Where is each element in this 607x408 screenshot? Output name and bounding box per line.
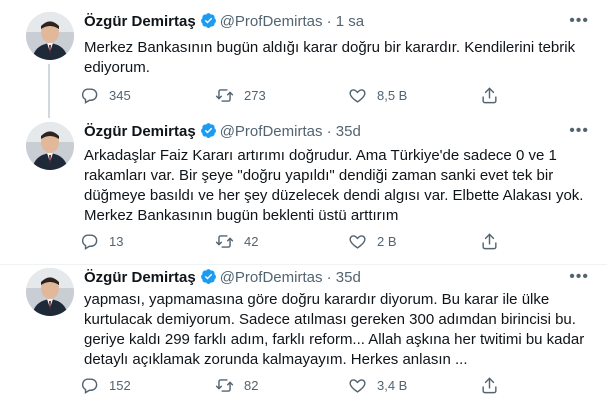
like-icon <box>349 379 366 393</box>
retweet-count: 82 <box>244 378 259 393</box>
share-button[interactable] <box>480 232 509 251</box>
like-icon <box>349 235 366 249</box>
like-count: 8,5 B <box>377 88 408 103</box>
retweet-button[interactable]: 42 <box>215 232 258 251</box>
author-name[interactable]: Özgür Demirtaş <box>84 13 196 30</box>
verified-badge-icon <box>200 268 217 289</box>
share-button[interactable] <box>480 86 509 105</box>
reply-button[interactable]: 13 <box>80 232 123 251</box>
separator-dot: · <box>326 269 332 286</box>
reply-button[interactable]: 345 <box>80 86 131 105</box>
separator-dot: · <box>326 123 332 140</box>
divider <box>0 264 607 265</box>
reply-icon <box>81 378 98 394</box>
avatar[interactable] <box>26 12 74 60</box>
retweet-icon <box>215 235 234 248</box>
author-handle[interactable]: @ProfDemirtas <box>220 123 323 140</box>
retweet-icon <box>215 379 234 392</box>
avatar[interactable] <box>26 268 74 316</box>
tweet-1[interactable]: Özgür Demirtaş @ProfDemirtas · 1 sa ••• M… <box>0 0 607 118</box>
tweet-header: Özgür Demirtaş @ProfDemirtas · 35d <box>84 268 361 289</box>
tweet-text: Merkez Bankasının bugün aldığı karar doğ… <box>84 38 594 78</box>
tweet-text-line: Merkez Bankasının bugün beklenti üstü ar… <box>84 207 399 224</box>
verified-badge-icon <box>200 12 217 33</box>
share-icon <box>482 233 497 250</box>
share-button[interactable] <box>480 376 509 395</box>
avatar-image <box>26 12 74 60</box>
retweet-button[interactable]: 273 <box>215 86 266 105</box>
retweet-count: 42 <box>244 234 259 249</box>
tweet-text-line: kurtulacak demiyorum. Sadece atılması ge… <box>84 311 576 328</box>
retweet-icon <box>215 89 234 102</box>
avatar-image <box>26 268 74 316</box>
author-handle[interactable]: @ProfDemirtas <box>220 13 323 30</box>
author-handle[interactable]: @ProfDemirtas <box>220 269 323 286</box>
more-icon[interactable]: ••• <box>569 12 589 30</box>
tweet-time[interactable]: 35d <box>336 123 361 140</box>
tweet-3[interactable]: Özgür Demirtaş @ProfDemirtas · 35d ••• ya… <box>0 268 607 408</box>
tweet-text-line: Arkadaşlar Faiz Kararı artırımı doğrudur… <box>84 147 557 164</box>
reply-count: 152 <box>109 378 131 393</box>
retweet-button[interactable]: 82 <box>215 376 258 395</box>
separator-dot: · <box>326 13 332 30</box>
reply-button[interactable]: 152 <box>80 376 131 395</box>
retweet-count: 273 <box>244 88 266 103</box>
tweet-text-line: rakamları var. Bir şeye "doğru yapıldı" … <box>84 167 554 184</box>
tweet-actions: 13 42 2 B <box>80 232 590 252</box>
tweet-text-line: yapması, yapmamasına göre doğru karardır… <box>84 291 550 308</box>
author-name[interactable]: Özgür Demirtaş <box>84 123 196 140</box>
author-name[interactable]: Özgür Demirtaş <box>84 269 196 286</box>
more-icon[interactable]: ••• <box>569 268 589 286</box>
avatar-image <box>26 122 74 170</box>
share-icon <box>482 377 497 394</box>
reply-icon <box>81 88 98 104</box>
like-button[interactable]: 2 B <box>348 232 397 251</box>
more-icon[interactable]: ••• <box>569 122 589 140</box>
tweet-text-line: geriye kaldı 299 farklı adım, farklı ref… <box>84 331 585 348</box>
tweet-time[interactable]: 35d <box>336 269 361 286</box>
like-icon <box>349 89 366 103</box>
reply-count: 13 <box>109 234 124 249</box>
tweet-text-line: Merkez Bankasının bugün aldığı karar doğ… <box>84 39 576 56</box>
like-button[interactable]: 3,4 B <box>348 376 407 395</box>
avatar[interactable] <box>26 122 74 170</box>
tweet-text: Arkadaşlar Faiz Kararı artırımı doğrudur… <box>84 146 594 226</box>
tweet-header: Özgür Demirtaş @ProfDemirtas · 35d <box>84 122 361 143</box>
tweet-time[interactable]: 1 sa <box>336 13 364 30</box>
like-count: 3,4 B <box>377 378 408 393</box>
tweet-text-line: detaylı açıklamak zorunda kalmayayım. He… <box>84 351 468 368</box>
share-icon <box>482 87 497 104</box>
tweet-header: Özgür Demirtaş @ProfDemirtas · 1 sa <box>84 12 364 33</box>
tweet-actions: 152 82 3,4 B <box>80 376 590 396</box>
tweet-actions: 345 273 8,5 B <box>80 86 590 106</box>
like-count: 2 B <box>377 234 397 249</box>
tweet-text: yapması, yapmamasına göre doğru karardır… <box>84 290 594 370</box>
tweet-text-line: düğmeye basıldı ve her şey düzelecek den… <box>84 187 584 204</box>
thread-line <box>48 64 50 118</box>
tweet-2[interactable]: Özgür Demirtaş @ProfDemirtas · 35d ••• Ar… <box>0 118 607 268</box>
reply-count: 345 <box>109 88 131 103</box>
reply-icon <box>81 234 98 250</box>
like-button[interactable]: 8,5 B <box>348 86 407 105</box>
tweet-text-line: ediyorum. <box>84 59 150 76</box>
verified-badge-icon <box>200 122 217 143</box>
